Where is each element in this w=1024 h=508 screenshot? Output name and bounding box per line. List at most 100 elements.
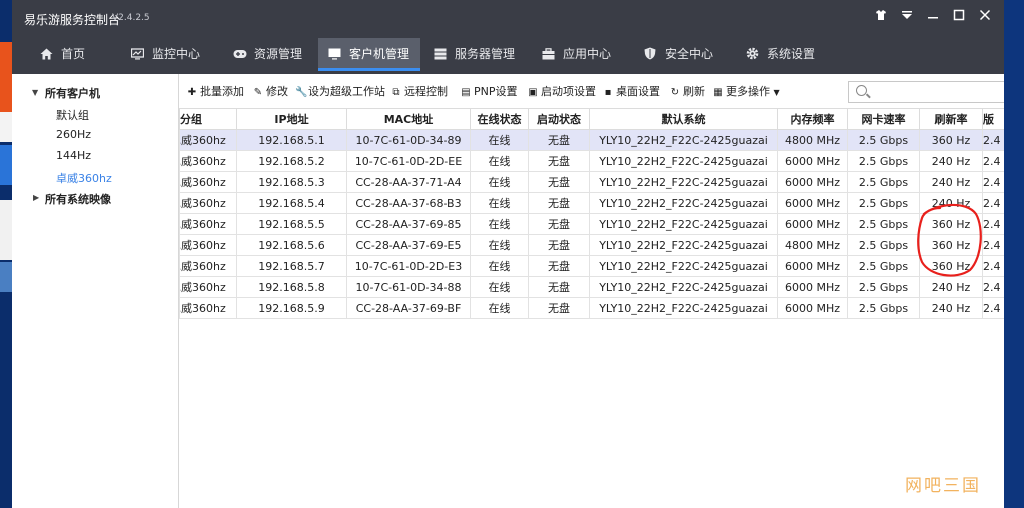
tree-group-144hz[interactable]: 144Hz bbox=[56, 149, 91, 162]
table-cell: 2.4 bbox=[982, 129, 1004, 151]
table-cell: 在线 bbox=[470, 213, 529, 235]
wrench-icon: 🔧 bbox=[295, 87, 308, 98]
caret-right-icon[interactable]: ▶ bbox=[33, 193, 39, 202]
tab-security[interactable]: 安全中心 bbox=[644, 38, 713, 74]
tab-servers[interactable]: 服务器管理 bbox=[434, 38, 515, 74]
tree-group-360hz[interactable]: 卓威360hz bbox=[56, 170, 112, 186]
refresh-button[interactable]: ↻ 刷新 bbox=[670, 83, 705, 99]
col-group[interactable]: 分组 bbox=[179, 108, 237, 130]
table-row[interactable]: 卓威360hz192.168.5.3CC-28-AA-37-71-A4在线无盘Y… bbox=[179, 171, 1004, 193]
table-cell: 卓威360hz bbox=[179, 276, 237, 298]
table-row[interactable]: 卓威360hz192.168.5.210-7C-61-0D-2D-EE在线无盘Y… bbox=[179, 150, 1004, 172]
caret-down-icon[interactable]: ▼ bbox=[32, 88, 38, 97]
col-version[interactable]: 版 bbox=[982, 108, 1004, 130]
tab-home-label: 首页 bbox=[61, 47, 86, 61]
tab-monitor[interactable]: 监控中心 bbox=[130, 38, 201, 74]
tab-home[interactable]: 首页 bbox=[40, 38, 85, 74]
table-cell: 卓威360hz bbox=[179, 171, 237, 193]
gear-icon bbox=[746, 40, 759, 60]
table-cell: 10-7C-61-0D-2D-E3 bbox=[346, 255, 471, 277]
col-ip[interactable]: IP地址 bbox=[236, 108, 347, 130]
table-cell: 2.4 bbox=[982, 150, 1004, 172]
close-icon[interactable] bbox=[976, 9, 994, 27]
screen-icon bbox=[328, 40, 341, 60]
annotation-circle bbox=[917, 203, 982, 277]
table-cell: 6000 MHz bbox=[777, 276, 848, 298]
more-actions-button[interactable]: ▦ 更多操作 ▼ bbox=[713, 83, 779, 99]
startup-settings-button[interactable]: ▣ 启动项设置 bbox=[528, 83, 596, 99]
pencil-icon: ✎ bbox=[253, 87, 263, 98]
table-cell: 2.5 Gbps bbox=[847, 234, 920, 256]
table-cell: 在线 bbox=[470, 276, 529, 298]
table-cell: 2.5 Gbps bbox=[847, 255, 920, 277]
col-nic[interactable]: 网卡速率 bbox=[847, 108, 920, 130]
table-cell: 2.5 Gbps bbox=[847, 213, 920, 235]
tree-all-images[interactable]: 所有系统映像 bbox=[45, 191, 111, 207]
set-super-workstation-button[interactable]: 🔧设为超级工作站 bbox=[295, 83, 385, 99]
tab-apps-label: 应用中心 bbox=[563, 47, 612, 61]
table-row[interactable]: 卓威360hz192.168.5.5CC-28-AA-37-69-85在线无盘Y… bbox=[179, 213, 1004, 235]
table-cell: YLY10_22H2_F22C-2425guazai bbox=[589, 171, 778, 193]
tab-resources[interactable]: 资源管理 bbox=[233, 38, 302, 74]
tab-servers-label: 服务器管理 bbox=[455, 47, 516, 61]
table-cell: 在线 bbox=[470, 150, 529, 172]
col-refresh[interactable]: 刷新率 bbox=[919, 108, 983, 130]
tab-clients-label: 客户机管理 bbox=[349, 47, 410, 61]
tab-monitor-label: 监控中心 bbox=[152, 47, 201, 61]
table-row[interactable]: 卓威360hz192.168.5.110-7C-61-0D-34-89在线无盘Y… bbox=[179, 129, 1004, 151]
skin-icon[interactable] bbox=[872, 9, 890, 27]
col-memory[interactable]: 内存频率 bbox=[777, 108, 848, 130]
table-cell: 无盘 bbox=[528, 255, 590, 277]
table-cell: 6000 MHz bbox=[777, 255, 848, 277]
table-row[interactable]: 卓威360hz192.168.5.810-7C-61-0D-34-88在线无盘Y… bbox=[179, 276, 1004, 298]
startup-icon: ▣ bbox=[528, 87, 538, 98]
table-cell: CC-28-AA-37-68-B3 bbox=[346, 192, 471, 214]
table-cell: 4800 MHz bbox=[777, 234, 848, 256]
toolbar: ✚ 批量添加 ✎ 修改 🔧设为超级工作站 ⧉ 远程控制 ▤ PNP设置 ▣ 启动项设置 ▪… bbox=[179, 74, 1004, 106]
desktop-icon: ▪ bbox=[604, 87, 612, 98]
minimize-icon[interactable] bbox=[924, 9, 942, 27]
table-cell: 6000 MHz bbox=[777, 213, 848, 235]
batch-add-button[interactable]: ✚ 批量添加 bbox=[187, 83, 244, 99]
grid-icon: ▦ bbox=[713, 87, 723, 98]
table-cell: 192.168.5.3 bbox=[236, 171, 347, 193]
tab-clients[interactable]: 客户机管理 bbox=[318, 38, 420, 71]
table-cell: YLY10_22H2_F22C-2425guazai bbox=[589, 129, 778, 151]
table-cell: 240 Hz bbox=[919, 150, 983, 172]
desktop-settings-button[interactable]: ▪ 桌面设置 bbox=[603, 83, 660, 99]
search-input[interactable] bbox=[848, 81, 1004, 103]
table-cell: 无盘 bbox=[528, 171, 590, 193]
briefcase-icon bbox=[542, 40, 555, 60]
tab-settings[interactable]: 系统设置 bbox=[746, 38, 815, 74]
col-mac[interactable]: MAC地址 bbox=[346, 108, 471, 130]
col-boot[interactable]: 启动状态 bbox=[528, 108, 590, 130]
tree-group-260hz[interactable]: 260Hz bbox=[56, 128, 91, 141]
title-bar[interactable]: 易乐游服务控制台 V2.4.2.5 bbox=[12, 0, 1004, 38]
main-nav: 首页 监控中心 资源管理 客户机管理 服务器管理 应用中心 安全中心 系统设置 bbox=[12, 38, 1004, 74]
col-system[interactable]: 默认系统 bbox=[589, 108, 778, 130]
maximize-icon[interactable] bbox=[950, 9, 968, 27]
table-cell: YLY10_22H2_F22C-2425guazai bbox=[589, 234, 778, 256]
table-row[interactable]: 卓威360hz192.168.5.9CC-28-AA-37-69-BF在线无盘Y… bbox=[179, 297, 1004, 319]
table-cell: 10-7C-61-0D-34-88 bbox=[346, 276, 471, 298]
edit-button[interactable]: ✎ 修改 bbox=[253, 83, 288, 99]
table-row[interactable]: 卓威360hz192.168.5.4CC-28-AA-37-68-B3在线无盘Y… bbox=[179, 192, 1004, 214]
tree-group-default[interactable]: 默认组 bbox=[56, 107, 89, 123]
pnp-icon: ▤ bbox=[461, 87, 471, 98]
table-row[interactable]: 卓威360hz192.168.5.710-7C-61-0D-2D-E3在线无盘Y… bbox=[179, 255, 1004, 277]
tab-apps[interactable]: 应用中心 bbox=[542, 38, 611, 74]
pnp-settings-button[interactable]: ▤ PNP设置 bbox=[461, 83, 517, 99]
table-cell: 192.168.5.5 bbox=[236, 213, 347, 235]
table-cell: 在线 bbox=[470, 297, 529, 319]
remote-control-button[interactable]: ⧉ 远程控制 bbox=[391, 83, 448, 99]
tree-all-clients[interactable]: 所有客户机 bbox=[45, 85, 100, 101]
col-online[interactable]: 在线状态 bbox=[470, 108, 529, 130]
gamepad-icon bbox=[233, 40, 247, 58]
table-cell: 2.5 Gbps bbox=[847, 297, 920, 319]
table-cell: YLY10_22H2_F22C-2425guazai bbox=[589, 150, 778, 172]
table-cell: 在线 bbox=[470, 171, 529, 193]
table-row[interactable]: 卓威360hz192.168.5.6CC-28-AA-37-69-E5在线无盘Y… bbox=[179, 234, 1004, 256]
menu-dropdown-icon[interactable] bbox=[898, 9, 916, 27]
remote-icon: ⧉ bbox=[392, 87, 400, 98]
table-cell: 在线 bbox=[470, 234, 529, 256]
